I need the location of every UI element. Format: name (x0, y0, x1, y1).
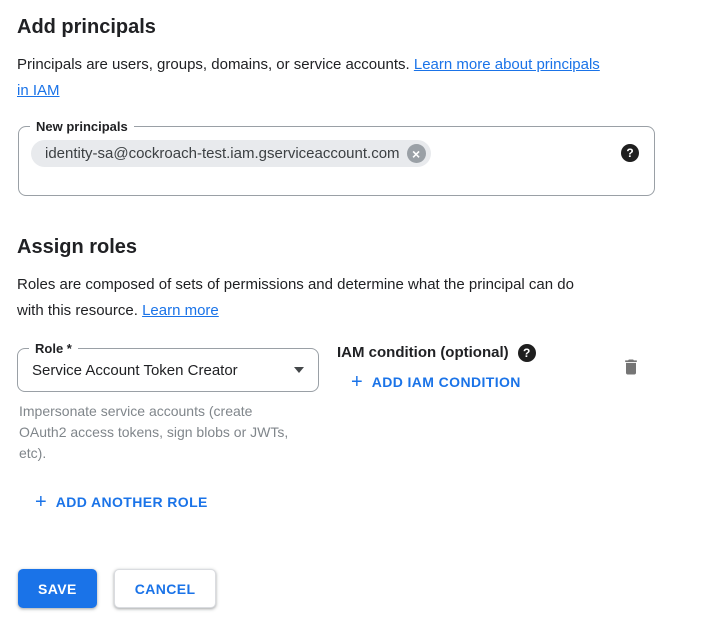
delete-role-button[interactable] (621, 357, 641, 380)
role-column: Role * Service Account Token Creator Imp… (17, 348, 319, 464)
trash-icon (621, 357, 641, 377)
role-select-label: Role * (29, 340, 78, 357)
assign-roles-title: Assign roles (17, 234, 713, 260)
principals-description-text: Principals are users, groups, domains, o… (17, 56, 410, 73)
new-principals-help-icon[interactable]: ? (621, 144, 639, 162)
iam-condition-column: IAM condition (optional) ? + ADD IAM CON… (337, 343, 536, 393)
role-helper-text: Impersonate service accounts (create OAu… (19, 401, 301, 464)
roles-description-line1: Roles are composed of sets of permission… (17, 272, 713, 298)
plus-icon: + (351, 373, 363, 391)
save-button[interactable]: SAVE (18, 569, 97, 608)
iam-condition-help-icon[interactable]: ? (518, 344, 536, 362)
add-iam-condition-label: ADD IAM CONDITION (372, 372, 521, 392)
role-selected-value: Service Account Token Creator (32, 362, 238, 379)
iam-condition-label-row: IAM condition (optional) ? (337, 343, 536, 363)
roles-description: Roles are composed of sets of permission… (17, 272, 713, 324)
learn-more-principals-link[interactable]: Learn more about principals (414, 56, 600, 73)
plus-icon: + (35, 493, 47, 511)
chip-remove-icon[interactable]: × (407, 144, 426, 163)
principals-description: Principals are users, groups, domains, o… (17, 52, 713, 104)
add-iam-condition-button[interactable]: + ADD IAM CONDITION (351, 372, 521, 392)
role-binding-row: Role * Service Account Token Creator Imp… (17, 348, 713, 464)
new-principals-input[interactable]: New principals identity-sa@cockroach-tes… (18, 126, 655, 196)
roles-description-line2: with this resource. Learn more (17, 298, 713, 324)
add-principals-panel: Add principals Principals are users, gro… (0, 14, 713, 608)
principals-description-line1: Principals are users, groups, domains, o… (17, 52, 713, 78)
delete-role-column (621, 357, 641, 382)
principals-description-line2: in IAM (17, 78, 713, 104)
cancel-button[interactable]: CANCEL (114, 569, 217, 608)
add-principals-title: Add principals (17, 14, 713, 40)
add-another-role-label: ADD ANOTHER ROLE (56, 492, 208, 512)
dialog-actions: SAVE CANCEL (18, 569, 713, 608)
new-principals-label: New principals (30, 118, 134, 135)
iam-condition-label: IAM condition (optional) (337, 343, 509, 363)
role-select[interactable]: Role * Service Account Token Creator (17, 348, 319, 392)
add-another-role-button[interactable]: + ADD ANOTHER ROLE (35, 492, 208, 512)
learn-more-roles-link[interactable]: Learn more (142, 302, 219, 319)
principal-chip[interactable]: identity-sa@cockroach-test.iam.gservicea… (31, 140, 431, 167)
learn-more-principals-link-continued[interactable]: in IAM (17, 82, 60, 99)
chevron-down-icon (294, 367, 304, 373)
roles-description-line2-text: with this resource. (17, 302, 138, 319)
principal-chip-text: identity-sa@cockroach-test.iam.gservicea… (45, 145, 400, 162)
